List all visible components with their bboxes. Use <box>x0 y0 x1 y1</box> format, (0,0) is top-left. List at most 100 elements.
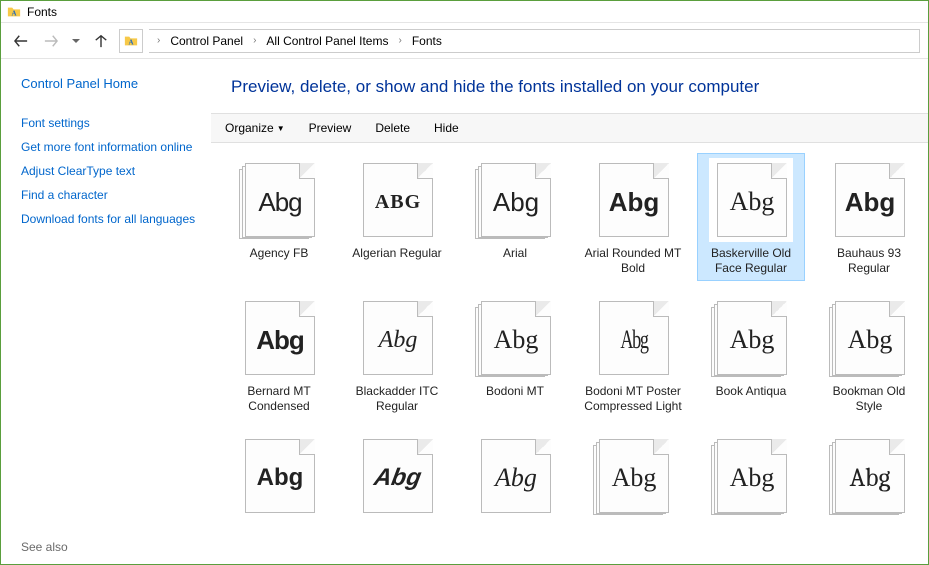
sidebar-link-cleartype[interactable]: Adjust ClearType text <box>21 163 197 179</box>
font-item[interactable]: Abg Bodoni MT <box>461 291 569 419</box>
font-item[interactable]: Abg Baskerville Old Face Regular <box>697 153 805 281</box>
delete-button[interactable]: Delete <box>371 119 414 137</box>
font-label: Algerian Regular <box>348 246 446 276</box>
font-sample-text: Abg <box>836 302 904 374</box>
svg-text:A: A <box>128 38 133 46</box>
font-sample-text: Abg <box>482 440 550 512</box>
breadcrumb-item[interactable]: All Control Panel Items <box>262 32 392 50</box>
chevron-right-icon: › <box>396 35 403 46</box>
address-bar-icon[interactable]: A <box>119 29 143 53</box>
font-label <box>584 522 682 552</box>
sidebar-link-more-font-info[interactable]: Get more font information online <box>21 139 197 155</box>
font-thumbnail: Abg <box>473 296 557 380</box>
font-sample-text: Abg <box>246 440 314 512</box>
font-label: Arial <box>466 246 564 276</box>
sidebar-link-find-character[interactable]: Find a character <box>21 187 197 203</box>
font-sample-text: Abg <box>364 302 432 374</box>
font-thumbnail: Abg <box>237 296 321 380</box>
font-sample-text: Abg <box>246 164 314 236</box>
font-item[interactable]: Abg Arial <box>461 153 569 281</box>
font-thumbnail: Abg <box>473 434 557 518</box>
body: Control Panel Home Font settings Get mor… <box>1 59 928 564</box>
font-thumbnail: Abg <box>591 296 675 380</box>
preview-button[interactable]: Preview <box>305 119 356 137</box>
font-item[interactable]: Abg Arial Rounded MT Bold <box>579 153 687 281</box>
navbar: A › Control Panel › All Control Panel It… <box>1 23 928 59</box>
font-thumbnail: Abg <box>473 158 557 242</box>
font-thumbnail: Abg <box>709 296 793 380</box>
font-label <box>820 522 918 552</box>
font-sample-text: Abg <box>600 164 668 236</box>
font-sample-text: Abg <box>836 440 904 512</box>
font-label: Blackadder ITC Regular <box>348 384 446 414</box>
organize-menu[interactable]: Organize ▼ <box>221 119 289 137</box>
font-item[interactable]: Abg <box>461 429 569 557</box>
font-item[interactable]: AbgBauhaus 93 Regular <box>815 153 923 281</box>
font-label <box>348 522 446 552</box>
font-thumbnail: Abg <box>709 434 793 518</box>
font-sample-text: Abg <box>358 440 439 512</box>
font-thumbnail: Abg <box>827 434 911 518</box>
font-item[interactable]: Abg Bernard MT Condensed <box>225 291 333 419</box>
font-item[interactable]: Abg <box>225 429 333 557</box>
font-sample-text: Abg <box>600 440 668 512</box>
forward-button[interactable] <box>39 29 63 53</box>
font-sample-text: Abg <box>718 302 786 374</box>
hide-button[interactable]: Hide <box>430 119 463 137</box>
svg-text:A: A <box>11 9 16 17</box>
font-sample-text: Abg <box>836 164 904 236</box>
font-item[interactable]: Abg <box>697 429 805 557</box>
font-sample-text: ABG <box>364 164 432 236</box>
font-thumbnail: Abg <box>237 158 321 242</box>
toolbar: Organize ▼ Preview Delete Hide <box>211 113 928 143</box>
caret-down-icon: ▼ <box>277 124 285 133</box>
breadcrumb-item[interactable]: Control Panel <box>166 32 247 50</box>
font-label <box>230 522 328 552</box>
font-thumbnail: Abg <box>237 434 321 518</box>
font-label: Bernard MT Condensed <box>230 384 328 414</box>
font-thumbnail: Abg <box>355 434 439 518</box>
page-title: Preview, delete, or show and hide the fo… <box>211 65 928 113</box>
font-thumbnail: ABG <box>355 158 439 242</box>
font-label: Bodoni MT <box>466 384 564 414</box>
font-label <box>702 522 800 552</box>
font-sample-text: Abg <box>482 164 550 236</box>
font-label: Arial Rounded MT Bold <box>584 246 682 276</box>
main-area: Preview, delete, or show and hide the fo… <box>211 59 928 564</box>
font-item[interactable]: Abg Bodoni MT Poster Compressed Light <box>579 291 687 419</box>
font-item[interactable]: Abg <box>343 429 451 557</box>
font-item[interactable]: Abg <box>579 429 687 557</box>
font-grid: AbgAgency FBABGAlgerian RegularAbgArialA… <box>225 153 918 557</box>
font-label: Baskerville Old Face Regular <box>702 246 800 276</box>
titlebar: A Fonts <box>1 1 928 23</box>
font-thumbnail: Abg <box>827 158 911 242</box>
sidebar: Control Panel Home Font settings Get mor… <box>1 59 211 564</box>
up-button[interactable] <box>89 29 113 53</box>
sidebar-link-download-fonts[interactable]: Download fonts for all languages <box>21 211 197 227</box>
sidebar-link-font-settings[interactable]: Font settings <box>21 115 197 131</box>
window-title: Fonts <box>27 5 57 19</box>
font-thumbnail: Abg <box>591 434 675 518</box>
font-item[interactable]: AbgBook Antiqua <box>697 291 805 419</box>
font-item[interactable]: Abg <box>815 429 923 557</box>
back-button[interactable] <box>9 29 33 53</box>
font-thumbnail: Abg <box>709 158 793 242</box>
breadcrumb[interactable]: › Control Panel › All Control Panel Item… <box>149 29 920 53</box>
chevron-right-icon: › <box>155 35 162 46</box>
font-item[interactable]: Abg Blackadder ITC Regular <box>343 291 451 419</box>
breadcrumb-item[interactable]: Fonts <box>408 32 446 50</box>
font-thumbnail: Abg <box>355 296 439 380</box>
font-sample-text: Abg <box>718 164 786 236</box>
font-grid-scroll[interactable]: AbgAgency FBABGAlgerian RegularAbgArialA… <box>211 143 928 564</box>
font-sample-text: Abg <box>246 302 314 374</box>
font-label: Bodoni MT Poster Compressed Light <box>584 384 682 414</box>
font-item[interactable]: Abg Bookman Old Style <box>815 291 923 419</box>
font-label: Agency FB <box>230 246 328 276</box>
see-also-heading: See also <box>21 520 197 554</box>
recent-locations-dropdown[interactable] <box>69 29 83 53</box>
font-label: Bookman Old Style <box>820 384 918 414</box>
font-item[interactable]: Abg Agency FB <box>225 153 333 281</box>
control-panel-home-link[interactable]: Control Panel Home <box>21 75 197 93</box>
font-item[interactable]: ABG Algerian Regular <box>343 153 451 281</box>
font-label <box>466 522 564 552</box>
